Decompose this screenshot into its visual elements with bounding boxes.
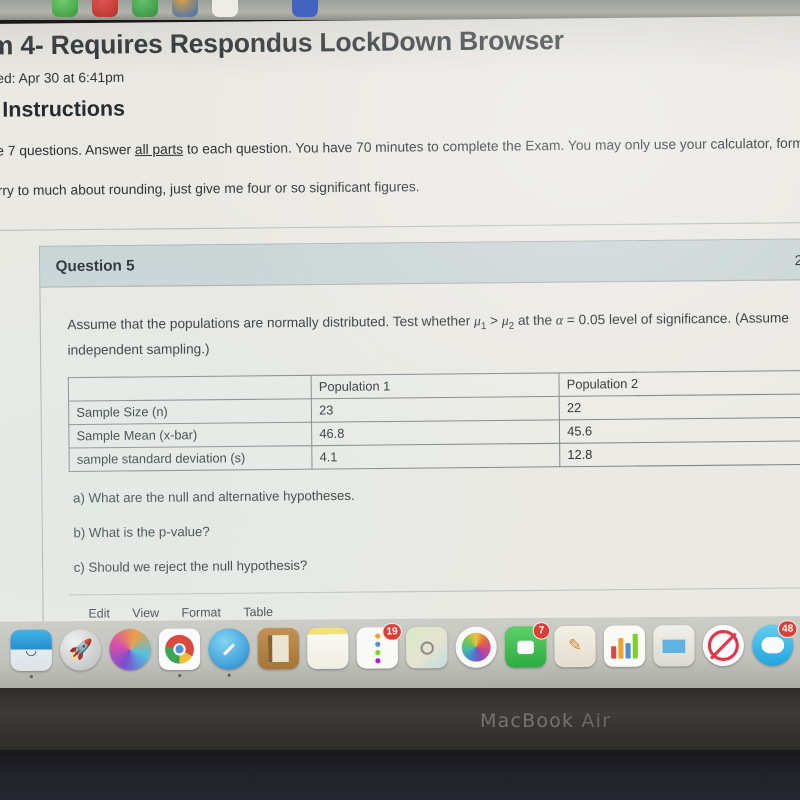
bar-chart-icon <box>611 633 638 659</box>
table-corner-cell <box>68 375 312 402</box>
desk-surface <box>0 750 800 800</box>
dock-app-safari[interactable] <box>208 628 250 677</box>
dock-app-notes[interactable] <box>307 627 349 670</box>
question-parts-list: a) What are the null and alternative hyp… <box>69 483 800 575</box>
presentation-screen-icon <box>660 636 688 655</box>
laptop-screen: Exam 4- Requires Respondus LockDown Brow… <box>0 16 800 645</box>
dock-app-messages[interactable]: 48 <box>752 620 798 666</box>
speech-bubble-icon <box>761 636 785 654</box>
dock-app-chrome[interactable] <box>158 628 201 678</box>
macos-dock: ◡ 🚀 19 7 ✎ 48 <box>0 616 800 696</box>
rocket-icon: 🚀 <box>68 639 93 661</box>
table-header-population-1: Population 1 <box>311 373 560 399</box>
laptop-bezel: MacBook Air <box>0 688 800 750</box>
question-number-label: Question 5 <box>55 257 135 276</box>
brand-name-thin: Air <box>574 710 612 732</box>
address-book-icon <box>268 635 289 663</box>
prompt-text-2: at the <box>514 312 556 328</box>
running-indicator-dot <box>178 674 182 678</box>
quiz-title: Exam 4- Requires Respondus LockDown Brow… <box>0 24 564 62</box>
top-icon-5 <box>212 0 238 17</box>
dock-app-facetime[interactable]: 7 <box>504 621 551 668</box>
dock-app-maps[interactable] <box>405 626 448 669</box>
dock-app-row: ◡ 🚀 19 7 ✎ 48 <box>10 620 800 679</box>
quiz-instructions-heading: Quiz Instructions <box>0 97 126 122</box>
dock-app-numbers[interactable] <box>603 625 646 667</box>
editor-menu-view[interactable]: View <box>132 606 159 621</box>
dock-app-contacts[interactable] <box>257 627 300 670</box>
dock-app-pages[interactable]: ✎ <box>554 625 596 668</box>
brand-name-bold: MacBook <box>480 710 575 732</box>
macbook-air-label: MacBook Air <box>480 710 611 732</box>
chrome-icon <box>165 634 195 664</box>
top-icon-6 <box>292 0 318 17</box>
editor-menu-edit[interactable]: Edit <box>88 606 110 620</box>
row-label-sample-std-dev: sample standard deviation (s) <box>69 445 312 472</box>
badge-count: 7 <box>532 621 551 640</box>
editor-menu-table[interactable]: Table <box>243 605 273 620</box>
dock-app-reminders[interactable]: 19 <box>356 623 402 669</box>
badge-count: 19 <box>382 623 402 641</box>
question-part-b: b) What is the p-value? <box>73 523 210 541</box>
video-camera-icon <box>517 640 534 654</box>
badge-count: 48 <box>777 620 798 638</box>
dock-app-siri[interactable] <box>109 628 151 671</box>
running-indicator-dot <box>227 673 231 677</box>
question-body: Assume that the populations are normally… <box>40 280 800 645</box>
table-header-population-2: Population 2 <box>558 370 800 397</box>
pencil-document-icon: ✎ <box>568 637 582 655</box>
quiz-instructions-block: There are 7 questions. Answer all parts … <box>0 132 800 203</box>
instructions-p1-underlined: all parts <box>134 141 184 158</box>
dock-app-photos[interactable] <box>455 626 497 668</box>
top-icon-4 <box>172 0 198 17</box>
top-icon-3 <box>132 0 158 17</box>
editor-menu-format[interactable]: Format <box>181 605 221 620</box>
row-label-sample-size: Sample Size (n) <box>68 398 312 425</box>
cell-std-dev-pop1: 4.1 <box>311 443 560 470</box>
dock-app-news[interactable] <box>702 624 745 667</box>
cell-std-dev-pop2: 12.8 <box>559 441 800 467</box>
question-header: Question 5 2 pts <box>40 239 800 288</box>
greater-than-symbol: > <box>486 312 502 329</box>
question-points-label: 2 pts <box>794 251 800 268</box>
statistics-data-table: Population 1 Population 2 Sample Size (n… <box>68 370 800 472</box>
dock-app-finder[interactable]: ◡ <box>10 629 52 679</box>
section-divider <box>0 221 800 232</box>
dock-app-keynote[interactable] <box>653 625 695 667</box>
instructions-p1-a: There are 7 questions. Answer <box>0 141 132 159</box>
cell-sample-mean-pop2: 45.6 <box>559 417 800 444</box>
running-indicator-dot <box>29 675 33 679</box>
instructions-p1-b: to each question. You have 70 minutes to… <box>186 134 800 157</box>
quiz-submitted-timestamp: Submitted: Apr 30 at 6:41pm <box>0 69 125 87</box>
finder-face-icon: ◡ <box>25 642 38 658</box>
laptop-photo: Exam 4- Requires Respondus LockDown Brow… <box>0 0 800 800</box>
cell-sample-size-pop2: 22 <box>559 394 800 421</box>
compass-icon <box>419 640 434 655</box>
top-icon-1 <box>52 0 78 17</box>
reminders-list-icon <box>374 632 380 663</box>
question-card: Question 5 2 pts Assume that the populat… <box>39 238 800 645</box>
dock-app-launchpad[interactable]: 🚀 <box>59 629 102 671</box>
cell-sample-mean-pop1: 46.8 <box>311 420 560 446</box>
photos-pinwheel-icon <box>461 632 491 662</box>
question-part-a: a) What are the null and alternative hyp… <box>73 487 355 506</box>
top-icon-2 <box>92 0 118 17</box>
cell-sample-size-pop1: 23 <box>311 396 560 423</box>
question-prompt: Assume that the populations are normally… <box>67 307 792 362</box>
instructions-paragraph-2: Don't worry to much about rounding, just… <box>0 178 420 199</box>
compass-needle-icon <box>222 642 236 656</box>
row-label-sample-mean: Sample Mean (x-bar) <box>68 422 312 449</box>
instructions-paragraph-1: There are 7 questions. Answer all parts … <box>0 132 800 163</box>
prompt-text-1: Assume that the populations are normally… <box>67 313 475 333</box>
question-part-c: c) Should we reject the null hypothesis? <box>73 557 308 576</box>
